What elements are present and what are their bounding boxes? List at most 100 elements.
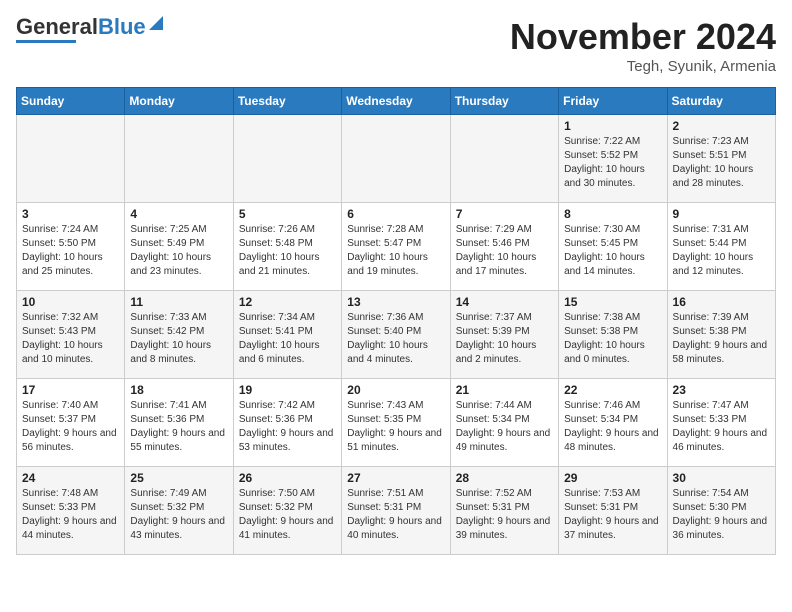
calendar-cell: 14Sunrise: 7:37 AM Sunset: 5:39 PM Dayli… — [450, 291, 558, 379]
logo: GeneralBlue — [16, 16, 163, 43]
day-number: 23 — [673, 383, 770, 397]
calendar-cell: 26Sunrise: 7:50 AM Sunset: 5:32 PM Dayli… — [233, 467, 341, 555]
calendar-cell — [125, 115, 233, 203]
calendar-cell — [342, 115, 450, 203]
day-info: Sunrise: 7:32 AM Sunset: 5:43 PM Dayligh… — [22, 311, 119, 367]
day-number: 22 — [564, 383, 661, 397]
day-number: 16 — [673, 295, 770, 309]
calendar-cell: 28 Sunrise: 7:52 AM Sunset: 5:31 PM Dayli… — [450, 467, 558, 555]
day-info: Sunrise: 7:44 AM Sunset: 5:34 PM Dayligh… — [456, 399, 553, 455]
day-number: 8 — [564, 207, 661, 221]
day-number: 20 — [347, 383, 444, 397]
day-info: Sunrise: 7:49 AM Sunset: 5:32 PM Dayligh… — [130, 487, 227, 543]
calendar-cell: 21Sunrise: 7:44 AM Sunset: 5:34 PM Dayli… — [450, 379, 558, 467]
day-info: Sunrise: 7:33 AM Sunset: 5:42 PM Dayligh… — [130, 311, 227, 367]
calendar-cell: 8 Sunrise: 7:30 AM Sunset: 5:45 PM Daylig… — [559, 203, 667, 291]
day-number: 28 — [456, 471, 553, 485]
day-info: Sunrise: 7:39 AM Sunset: 5:38 PM Dayligh… — [673, 311, 770, 367]
calendar-cell: 23Sunrise: 7:47 AM Sunset: 5:33 PM Dayli… — [667, 379, 775, 467]
day-info: Sunrise: 7:29 AM Sunset: 5:46 PM Dayligh… — [456, 223, 553, 279]
week-row-1: 1Sunrise: 7:22 AM Sunset: 5:52 PM Daylig… — [17, 115, 776, 203]
week-row-5: 24Sunrise: 7:48 AM Sunset: 5:33 PM Dayli… — [17, 467, 776, 555]
day-number: 3 — [22, 207, 119, 221]
day-number: 13 — [347, 295, 444, 309]
day-number: 9 — [673, 207, 770, 221]
day-info: Sunrise: 7:43 AM Sunset: 5:35 PM Dayligh… — [347, 399, 444, 455]
logo-general: General — [16, 14, 98, 39]
calendar-cell — [17, 115, 125, 203]
day-info: Sunrise: 7:28 AM Sunset: 5:47 PM Dayligh… — [347, 223, 444, 279]
day-number: 4 — [130, 207, 227, 221]
calendar-cell: 2 Sunrise: 7:23 AM Sunset: 5:51 PM Daylig… — [667, 115, 775, 203]
day-info: Sunrise: 7:34 AM Sunset: 5:41 PM Dayligh… — [239, 311, 336, 367]
day-info: Sunrise: 7:23 AM Sunset: 5:51 PM Dayligh… — [673, 135, 770, 191]
weekday-header-sunday: Sunday — [17, 88, 125, 115]
day-info: Sunrise: 7:26 AM Sunset: 5:48 PM Dayligh… — [239, 223, 336, 279]
calendar-cell: 17 Sunrise: 7:40 AM Sunset: 5:37 PM Dayli… — [17, 379, 125, 467]
weekday-header-wednesday: Wednesday — [342, 88, 450, 115]
title-block: November 2024 Tegh, Syunik, Armenia — [510, 16, 776, 75]
day-info: Sunrise: 7:22 AM Sunset: 5:52 PM Dayligh… — [564, 135, 661, 191]
calendar-cell: 25 Sunrise: 7:49 AM Sunset: 5:32 PM Dayli… — [125, 467, 233, 555]
calendar-cell: 24Sunrise: 7:48 AM Sunset: 5:33 PM Dayli… — [17, 467, 125, 555]
day-info: Sunrise: 7:41 AM Sunset: 5:36 PM Dayligh… — [130, 399, 227, 455]
calendar-cell: 19 Sunrise: 7:42 AM Sunset: 5:36 PM Dayli… — [233, 379, 341, 467]
calendar-cell: 9 Sunrise: 7:31 AM Sunset: 5:44 PM Daylig… — [667, 203, 775, 291]
day-number: 19 — [239, 383, 336, 397]
calendar-cell: 16 Sunrise: 7:39 AM Sunset: 5:38 PM Dayli… — [667, 291, 775, 379]
logo-text: GeneralBlue — [16, 16, 146, 38]
calendar-cell: 22 Sunrise: 7:46 AM Sunset: 5:34 PM Dayli… — [559, 379, 667, 467]
day-info: Sunrise: 7:52 AM Sunset: 5:31 PM Dayligh… — [456, 487, 553, 543]
day-info: Sunrise: 7:38 AM Sunset: 5:38 PM Dayligh… — [564, 311, 661, 367]
logo-blue: Blue — [98, 14, 146, 39]
day-info: Sunrise: 7:40 AM Sunset: 5:37 PM Dayligh… — [22, 399, 119, 455]
day-number: 26 — [239, 471, 336, 485]
day-number: 15 — [564, 295, 661, 309]
calendar-cell: 30 Sunrise: 7:54 AM Sunset: 5:30 PM Dayli… — [667, 467, 775, 555]
weekday-header-row: SundayMondayTuesdayWednesdayThursdayFrid… — [17, 88, 776, 115]
day-info: Sunrise: 7:30 AM Sunset: 5:45 PM Dayligh… — [564, 223, 661, 279]
calendar-cell — [450, 115, 558, 203]
calendar-cell: 12 Sunrise: 7:34 AM Sunset: 5:41 PM Dayli… — [233, 291, 341, 379]
day-number: 27 — [347, 471, 444, 485]
calendar-cell: 7 Sunrise: 7:29 AM Sunset: 5:46 PM Daylig… — [450, 203, 558, 291]
calendar-cell: 18 Sunrise: 7:41 AM Sunset: 5:36 PM Dayli… — [125, 379, 233, 467]
logo-line — [16, 40, 76, 43]
day-number: 18 — [130, 383, 227, 397]
day-number: 12 — [239, 295, 336, 309]
calendar-body: 1Sunrise: 7:22 AM Sunset: 5:52 PM Daylig… — [17, 115, 776, 555]
calendar-cell: 20 Sunrise: 7:43 AM Sunset: 5:35 PM Dayli… — [342, 379, 450, 467]
calendar-cell: 11 Sunrise: 7:33 AM Sunset: 5:42 PM Dayli… — [125, 291, 233, 379]
week-row-2: 3 Sunrise: 7:24 AM Sunset: 5:50 PM Daylig… — [17, 203, 776, 291]
weekday-header-tuesday: Tuesday — [233, 88, 341, 115]
day-info: Sunrise: 7:25 AM Sunset: 5:49 PM Dayligh… — [130, 223, 227, 279]
day-number: 7 — [456, 207, 553, 221]
day-info: Sunrise: 7:42 AM Sunset: 5:36 PM Dayligh… — [239, 399, 336, 455]
day-info: Sunrise: 7:51 AM Sunset: 5:31 PM Dayligh… — [347, 487, 444, 543]
day-number: 11 — [130, 295, 227, 309]
weekday-header-monday: Monday — [125, 88, 233, 115]
calendar-cell: 15 Sunrise: 7:38 AM Sunset: 5:38 PM Dayli… — [559, 291, 667, 379]
calendar-table: SundayMondayTuesdayWednesdayThursdayFrid… — [16, 87, 776, 555]
day-info: Sunrise: 7:53 AM Sunset: 5:31 PM Dayligh… — [564, 487, 661, 543]
week-row-4: 17 Sunrise: 7:40 AM Sunset: 5:37 PM Dayli… — [17, 379, 776, 467]
day-number: 2 — [673, 119, 770, 133]
day-number: 25 — [130, 471, 227, 485]
calendar-cell: 4 Sunrise: 7:25 AM Sunset: 5:49 PM Daylig… — [125, 203, 233, 291]
logo-triangle-icon — [149, 16, 163, 35]
day-number: 17 — [22, 383, 119, 397]
day-info: Sunrise: 7:54 AM Sunset: 5:30 PM Dayligh… — [673, 487, 770, 543]
page-header: GeneralBlue November 2024 Tegh, Syunik, … — [16, 16, 776, 75]
weekday-header-friday: Friday — [559, 88, 667, 115]
day-info: Sunrise: 7:31 AM Sunset: 5:44 PM Dayligh… — [673, 223, 770, 279]
calendar-cell: 6 Sunrise: 7:28 AM Sunset: 5:47 PM Daylig… — [342, 203, 450, 291]
calendar-cell: 3 Sunrise: 7:24 AM Sunset: 5:50 PM Daylig… — [17, 203, 125, 291]
day-info: Sunrise: 7:37 AM Sunset: 5:39 PM Dayligh… — [456, 311, 553, 367]
week-row-3: 10Sunrise: 7:32 AM Sunset: 5:43 PM Dayli… — [17, 291, 776, 379]
day-number: 30 — [673, 471, 770, 485]
day-number: 24 — [22, 471, 119, 485]
day-info: Sunrise: 7:46 AM Sunset: 5:34 PM Dayligh… — [564, 399, 661, 455]
day-info: Sunrise: 7:24 AM Sunset: 5:50 PM Dayligh… — [22, 223, 119, 279]
weekday-header-saturday: Saturday — [667, 88, 775, 115]
day-number: 6 — [347, 207, 444, 221]
